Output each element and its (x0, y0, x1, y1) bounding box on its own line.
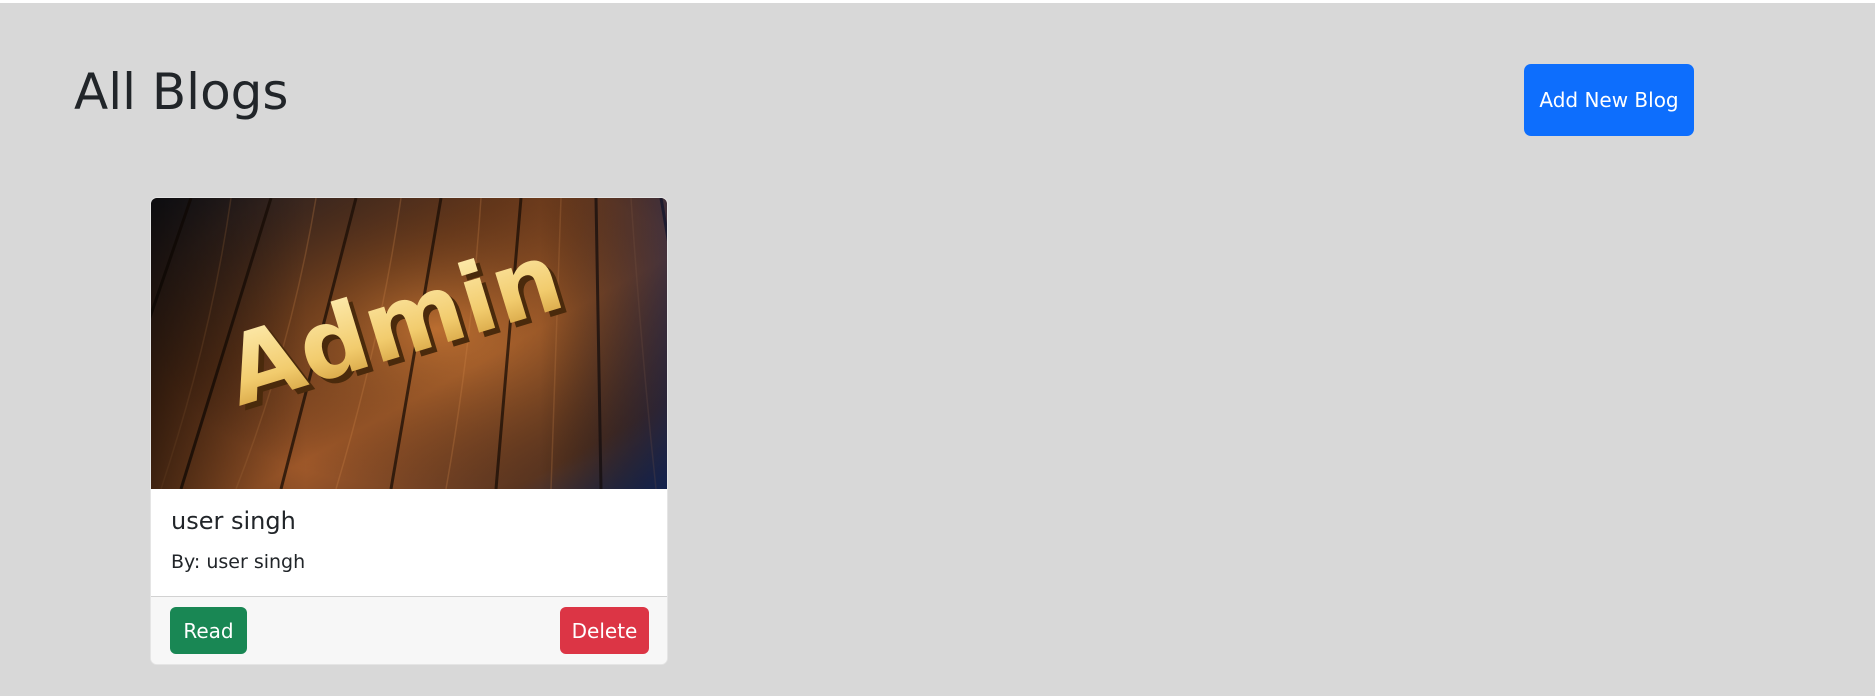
blog-card-body: user singh By: user singh (151, 489, 667, 596)
top-border (0, 0, 1875, 3)
blog-card: Admin Admin user singh By: user singh Re… (150, 197, 668, 665)
read-button[interactable]: Read (170, 607, 247, 654)
page-title: All Blogs (74, 63, 289, 121)
delete-button[interactable]: Delete (560, 607, 649, 654)
blog-cover-image: Admin Admin (151, 198, 667, 489)
blog-title: user singh (171, 507, 296, 535)
add-new-blog-button[interactable]: Add New Blog (1524, 64, 1694, 136)
blog-author: By: user singh (171, 551, 306, 573)
blog-card-footer: Read Delete (151, 596, 667, 664)
